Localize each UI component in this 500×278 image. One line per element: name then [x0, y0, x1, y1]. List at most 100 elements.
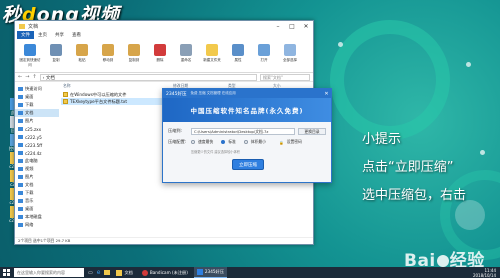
config-row: 压缩配置: 速度最快 标准 体积最小 🔒 设置密码 — [168, 138, 326, 146]
nav-item[interactable]: 此电脑 — [15, 157, 59, 165]
nav-item[interactable]: c224.4z — [15, 149, 59, 157]
folder-icon — [18, 183, 23, 187]
nav-item-label: c222.y5 — [25, 134, 42, 140]
change-directory-button[interactable]: 更换目录 — [298, 127, 326, 135]
standard-label: 标准 — [228, 139, 236, 144]
tip-line: 选中压缩包，右击 — [362, 188, 467, 203]
properties-icon — [232, 44, 244, 56]
nav-item[interactable]: 图片 — [15, 117, 59, 125]
nav-item[interactable]: 音乐 — [15, 197, 59, 205]
nav-item[interactable]: 网络 — [15, 221, 59, 229]
taskbar-app-active[interactable]: 2345好压 — [193, 267, 227, 278]
nav-item[interactable]: 本地磁盘 — [15, 213, 59, 221]
decor-dot — [338, 42, 343, 47]
nav-item[interactable]: 视频 — [15, 165, 59, 173]
taskbar-app[interactable]: Bandicam (未注册) — [139, 267, 191, 278]
nav-item[interactable]: c223.5ff — [15, 141, 59, 149]
smallest-radio[interactable] — [243, 140, 248, 144]
search-input[interactable]: 搜索"文档" — [260, 73, 310, 81]
ribbon-label: 重命名 — [180, 58, 192, 62]
path-label: 压缩到: — [168, 128, 182, 133]
delete-button[interactable]: 删除 — [149, 41, 171, 70]
ribbon-label: 复制到 — [128, 58, 140, 62]
ribbon-label: 属性 — [234, 58, 242, 62]
nav-item-label: 文档 — [25, 110, 34, 115]
tab-home[interactable]: 主页 — [34, 31, 51, 39]
forward-icon[interactable]: → — [25, 74, 29, 80]
system-clock[interactable]: 11:44 2018/10/14 — [473, 268, 500, 278]
tab-file[interactable]: 文件 — [17, 31, 34, 39]
taskbar-app[interactable]: 文档 — [113, 267, 135, 278]
maximize-button[interactable]: □ — [285, 21, 299, 31]
nav-item[interactable]: 图片 — [15, 173, 59, 181]
taskbar-search-input[interactable]: 在这里输入你要搜索的内容 — [14, 268, 84, 277]
nav-item[interactable]: 下载 — [15, 189, 59, 197]
nav-item-label: 桌面 — [25, 94, 34, 99]
up-icon[interactable]: ↑ — [32, 74, 36, 80]
ribbon-label: 删除 — [156, 58, 164, 62]
folder-icon — [18, 127, 23, 131]
copy-to-button[interactable]: 复制到 — [123, 41, 145, 70]
close-button[interactable]: ✕ — [299, 21, 313, 31]
folder-icon[interactable] — [104, 270, 111, 275]
paste-button[interactable]: 粘贴 — [71, 41, 93, 70]
fastest-radio[interactable] — [191, 140, 195, 144]
pin-quick-access-button[interactable]: 固定到快速访问 — [19, 41, 41, 70]
nav-item[interactable]: 文档 — [15, 181, 59, 189]
tab-view[interactable]: 查看 — [68, 31, 85, 39]
dialog-close-button[interactable]: ✕ — [322, 91, 331, 97]
back-icon[interactable]: ← — [18, 74, 22, 80]
folder-icon — [18, 87, 23, 91]
new-folder-button[interactable]: 新建文件夹 — [201, 41, 223, 70]
nav-item[interactable]: c222.y5 — [15, 133, 59, 141]
explorer-title-bar[interactable]: 文档 – □ ✕ — [15, 21, 313, 31]
nav-item[interactable]: 快速访问 — [15, 85, 59, 93]
nav-item-label: 下载 — [25, 190, 34, 195]
compression-options: 速度最快 标准 体积最小 🔒 设置密码 — [191, 139, 302, 145]
folder-move-icon — [102, 44, 114, 56]
copy-button[interactable]: 复制 — [45, 41, 67, 70]
drive-icon — [18, 215, 23, 219]
delete-icon — [154, 44, 166, 56]
move-to-button[interactable]: 移动到 — [97, 41, 119, 70]
ribbon-label: 全部选择 — [283, 58, 297, 62]
nav-item[interactable]: 下载 — [15, 101, 59, 109]
standard-radio[interactable] — [221, 140, 226, 144]
dialog-subtitle: 免费 压缩 文档管理 在线应用 — [190, 91, 236, 95]
nav-item[interactable]: 桌面 — [15, 205, 59, 213]
nav-item-label: 此电脑 — [25, 158, 38, 163]
nav-item[interactable]: 桌面 — [15, 93, 59, 101]
nav-item-label: c25.zxx — [25, 126, 42, 132]
nav-item-label: 下载 — [25, 102, 34, 107]
dialog-body: 压缩到: C:\Users\Administrator\Desktop\文档.7… — [163, 122, 331, 154]
folder-icon — [18, 167, 23, 171]
edge-icon[interactable]: e — [97, 269, 101, 276]
open-icon — [258, 44, 270, 56]
set-password-link[interactable]: 设置密码 — [287, 139, 302, 145]
minimize-button[interactable]: – — [271, 21, 285, 31]
desktop: 秒dong视频 此电脑 回收站 控制面板 c25.zxx c22.5ff c22… — [0, 0, 500, 267]
nav-item-selected[interactable]: 文档 — [15, 109, 59, 117]
open-button[interactable]: 打开 — [253, 41, 275, 70]
column-name[interactable]: 名称 — [61, 83, 171, 89]
address-bar[interactable]: › 文档 — [39, 73, 257, 81]
network-icon — [18, 223, 23, 227]
task-view-icon[interactable]: ▭ — [88, 270, 93, 276]
select-all-button[interactable]: 全部选择 — [279, 41, 301, 70]
folder-icon — [18, 151, 23, 155]
folder-icon — [18, 119, 23, 123]
output-path-input[interactable]: C:\Users\Administrator\Desktop\文档.7z — [191, 127, 295, 135]
tab-share[interactable]: 共享 — [51, 31, 68, 39]
compress-dialog: 2345好压 免费 压缩 文档管理 在线应用 ✕ 中国压缩软件知名品牌(永久免费… — [162, 88, 332, 183]
ribbon-tabs: 文件 主页 共享 查看 — [15, 31, 313, 39]
folder-icon — [18, 175, 23, 179]
rename-button[interactable]: 重命名 — [175, 41, 197, 70]
folder-icon — [18, 207, 23, 211]
nav-item[interactable]: c25.zxx — [15, 125, 59, 133]
properties-button[interactable]: 属性 — [227, 41, 249, 70]
compress-now-button[interactable]: 立即压缩 — [232, 159, 264, 170]
ribbon-label: 移动到 — [102, 58, 114, 62]
dialog-title-bar[interactable]: 2345好压 免费 压缩 文档管理 在线应用 ✕ — [163, 89, 331, 98]
start-button[interactable] — [0, 267, 12, 278]
fastest-label: 速度最快 — [198, 139, 214, 144]
